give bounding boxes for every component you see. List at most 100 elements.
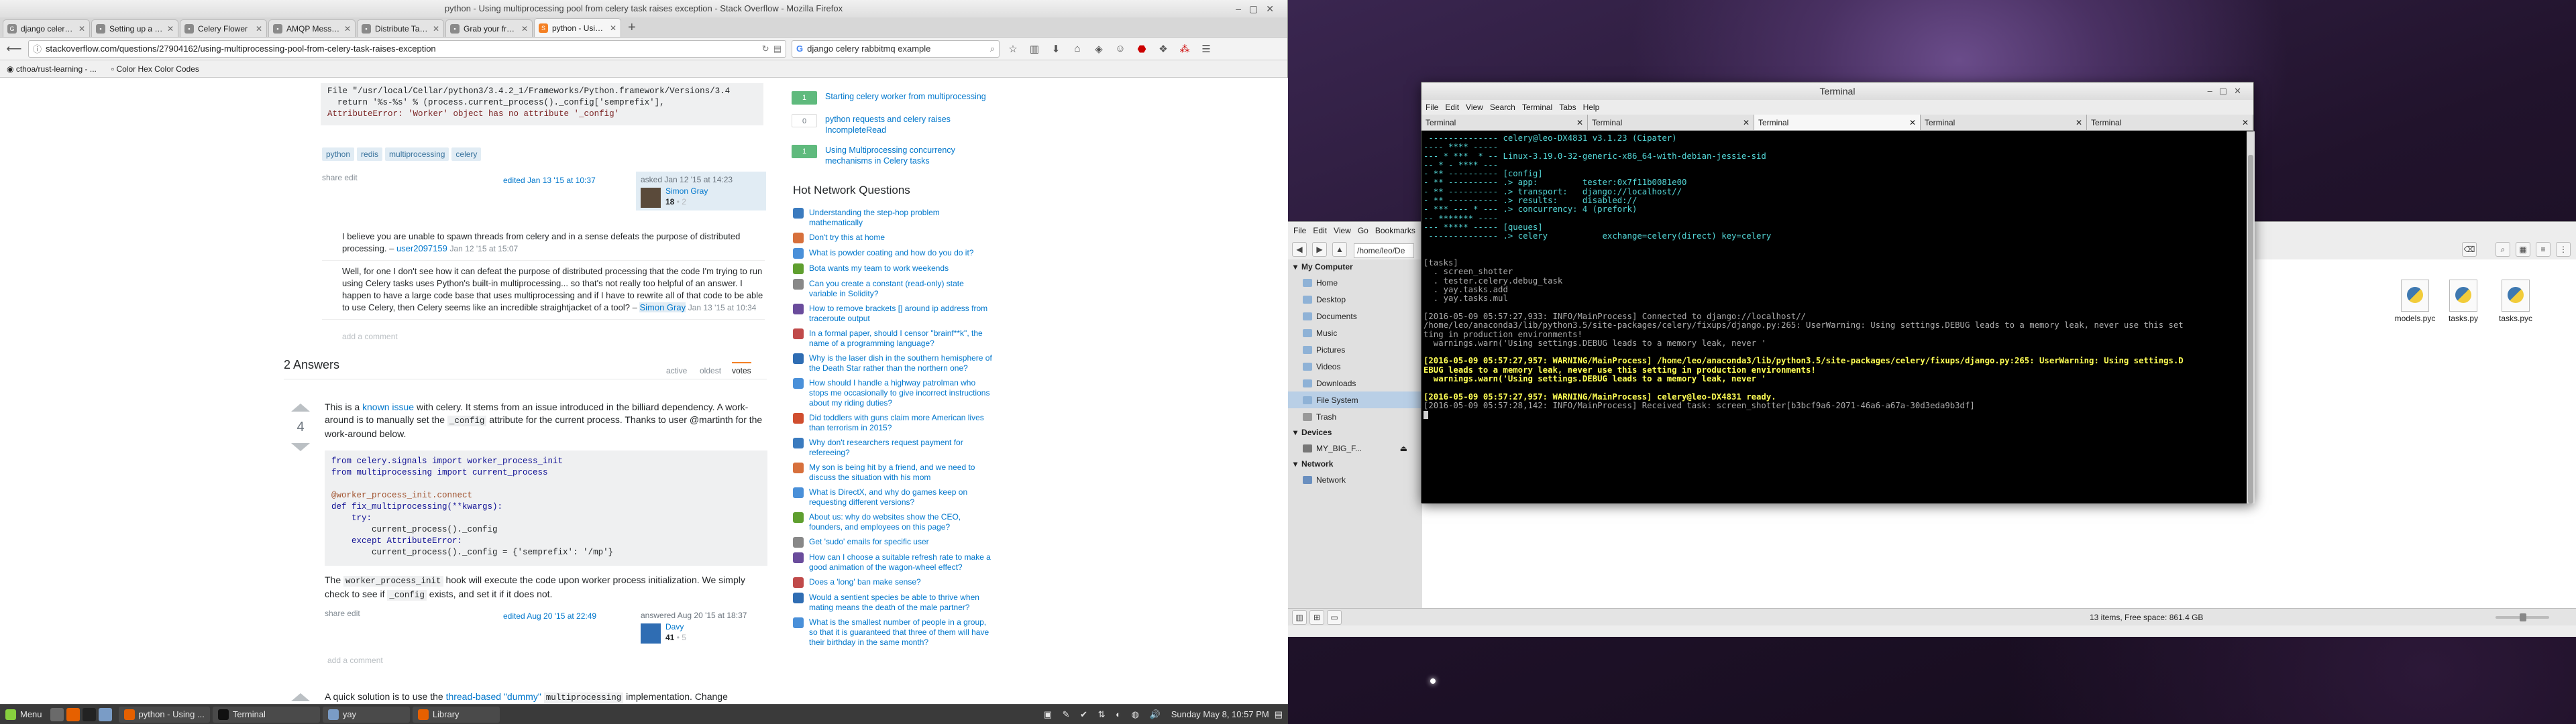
back-button[interactable]: ⟵: [5, 41, 23, 57]
sidebar-item-device[interactable]: MY_BIG_F... ⏏: [1288, 440, 1422, 457]
close-icon[interactable]: ✕: [1909, 118, 1916, 127]
lastpass-icon[interactable]: ⁂: [1177, 43, 1193, 55]
close-icon[interactable]: ✕: [2076, 118, 2082, 127]
browser-tab[interactable]: ▪ Setting up a queue servic... ✕: [91, 19, 178, 37]
file-item[interactable]: tasks.pyc: [2489, 280, 2542, 323]
show-desktop-icon[interactable]: [50, 707, 64, 721]
tag[interactable]: python: [322, 147, 355, 161]
upvote-icon[interactable]: [291, 404, 310, 412]
menu-help[interactable]: Help: [1583, 103, 1600, 112]
hot-network-question[interactable]: Would a sentient species be able to thri…: [793, 593, 994, 613]
terminal-launcher-icon[interactable]: [82, 707, 96, 721]
pocket-icon[interactable]: ◈: [1091, 43, 1107, 55]
show-sidebar-icon[interactable]: ▥: [1292, 610, 1307, 625]
icon-view-icon[interactable]: ▦: [2516, 242, 2530, 257]
add-comment-link[interactable]: add a comment: [342, 332, 398, 341]
downvote-icon[interactable]: [291, 443, 310, 451]
menu-bookmarks[interactable]: Bookmarks: [1375, 226, 1415, 235]
up-icon[interactable]: ▲: [1332, 242, 1347, 257]
linked-question[interactable]: 1 Starting celery worker from multiproces…: [792, 91, 1000, 105]
hot-network-question[interactable]: Does a 'long' ban make sense?: [793, 577, 994, 588]
search-bar[interactable]: G django celery rabbitmq example ⌕: [792, 40, 1000, 58]
files-launcher-icon[interactable]: [98, 707, 112, 721]
zoom-slider-handle[interactable]: [2520, 613, 2526, 621]
tag[interactable]: redis: [357, 147, 383, 161]
hot-network-question[interactable]: My son is being hit by a friend, and we …: [793, 463, 994, 483]
answerer-name[interactable]: Davy: [665, 622, 684, 631]
menu-view[interactable]: View: [1466, 103, 1483, 112]
browser-tab[interactable]: ▪ AMQP Messaging, Task, ... ✕: [268, 19, 356, 37]
close-icon[interactable]: ✕: [78, 24, 85, 34]
share-edit-links[interactable]: share edit: [325, 609, 360, 618]
hot-network-question[interactable]: Did toddlers with guns claim more Americ…: [793, 413, 994, 433]
menu-file[interactable]: File: [1293, 226, 1306, 235]
reload-icon[interactable]: ↻: [762, 44, 769, 54]
sidebar-item-place[interactable]: Trash: [1288, 408, 1422, 425]
taskbar-app[interactable]: Terminal: [212, 706, 320, 723]
edited-link[interactable]: edited Jan 13 '15 at 10:37: [503, 176, 596, 185]
reader-icon[interactable]: ▤: [773, 44, 782, 54]
clock[interactable]: Sunday May 8, 10:57 PM: [1171, 709, 1269, 719]
sidebar-item-place[interactable]: File System: [1288, 391, 1422, 408]
user-icon[interactable]: ▤: [1275, 709, 1283, 720]
browser-tab-active[interactable]: Spython - Using multiproc... ✕: [534, 18, 621, 37]
terminal-output[interactable]: -------------- celery@leo-DX4831 v3.1.23…: [1421, 131, 2255, 503]
info-icon[interactable]: ⓘ: [33, 42, 42, 55]
start-menu-button[interactable]: Menu: [0, 707, 48, 723]
terminal-tab[interactable]: Terminal ✕: [1588, 115, 1754, 130]
terminal-toggle-icon[interactable]: ▭: [1327, 610, 1342, 625]
hot-network-question[interactable]: Get 'sudo' emails for specific user: [793, 537, 994, 548]
sidebar-item-place[interactable]: Downloads: [1288, 375, 1422, 391]
search-icon[interactable]: ⌕: [2496, 242, 2510, 257]
forward-icon[interactable]: ▶: [1312, 242, 1327, 257]
edited-link[interactable]: edited Aug 20 '15 at 22:49: [503, 611, 596, 621]
dummy-link[interactable]: thread-based "dummy": [446, 691, 541, 702]
window-controls[interactable]: –▢✕: [1236, 0, 1282, 17]
browser-tab[interactable]: ▪ Grab your free book with... ✕: [445, 19, 533, 37]
menu-edit[interactable]: Edit: [1313, 226, 1327, 235]
firefox-launcher-icon[interactable]: [66, 707, 80, 721]
close-icon[interactable]: ✕: [167, 24, 174, 34]
new-tab-button[interactable]: +: [623, 20, 641, 37]
terminal-tab[interactable]: Terminal ✕: [1921, 115, 2087, 130]
hot-network-question[interactable]: How can I choose a suitable refresh rate…: [793, 552, 994, 572]
taskbar-app[interactable]: python - Using ...: [118, 706, 210, 723]
hot-network-question[interactable]: Why is the laser dish in the southern he…: [793, 353, 994, 373]
sidebar-item-place[interactable]: Videos: [1288, 358, 1422, 375]
sidebar-item-place[interactable]: Documents: [1288, 308, 1422, 324]
close-icon[interactable]: ✕: [1743, 118, 1750, 127]
file-item[interactable]: models.pyc: [2388, 280, 2442, 323]
menu-terminal[interactable]: Terminal: [1522, 103, 1552, 112]
star-icon[interactable]: ☆: [1005, 43, 1021, 55]
location-bar[interactable]: /home/leo/De: [1354, 243, 1414, 258]
menu-file[interactable]: File: [1426, 103, 1438, 112]
download-icon[interactable]: ⬇: [1048, 43, 1064, 55]
close-icon[interactable]: ✕: [610, 23, 616, 33]
hot-network-question[interactable]: Don't try this at home: [793, 233, 994, 243]
file-item[interactable]: tasks.py: [2436, 280, 2490, 323]
hot-network-question[interactable]: About us: why do websites show the CEO, …: [793, 512, 994, 532]
hamburger-menu-icon[interactable]: ☰: [1198, 43, 1214, 55]
sort-tab-votes[interactable]: votes: [732, 362, 751, 375]
hot-network-question[interactable]: What is the smallest number of people in…: [793, 617, 994, 648]
sidebar-item-network[interactable]: Network: [1288, 471, 1422, 488]
sidebar-item-place[interactable]: Music: [1288, 324, 1422, 341]
menu-view[interactable]: View: [1334, 226, 1351, 235]
hot-network-question[interactable]: In a formal paper, should I censor "brai…: [793, 328, 994, 349]
menu-search[interactable]: Search: [1490, 103, 1515, 112]
zoom-slider[interactable]: [2496, 613, 2549, 621]
comment-user-link[interactable]: user2097159: [396, 243, 447, 253]
chat-icon[interactable]: ☺: [1112, 43, 1128, 54]
known-issue-link[interactable]: known issue: [362, 402, 414, 412]
tag[interactable]: multiprocessing: [385, 147, 449, 161]
asker-name[interactable]: Simon Gray: [665, 186, 708, 196]
linked-question[interactable]: 1 Using Multiprocessing concurrency mecha…: [792, 145, 1000, 166]
tag[interactable]: celery: [451, 147, 482, 161]
tree-icon[interactable]: ⊞: [1309, 610, 1324, 625]
bookmark-item[interactable]: ▫ Color Hex Color Codes: [111, 64, 199, 74]
section-my-computer[interactable]: ▾ My Computer: [1288, 259, 1422, 274]
hot-network-question[interactable]: What is DirectX, and why do games keep o…: [793, 487, 994, 507]
sort-tab-active[interactable]: active: [666, 366, 687, 375]
bookmark-item[interactable]: ◉ cthoa/rust-learning - ...: [7, 64, 97, 74]
taskbar-app[interactable]: yay: [322, 706, 410, 723]
